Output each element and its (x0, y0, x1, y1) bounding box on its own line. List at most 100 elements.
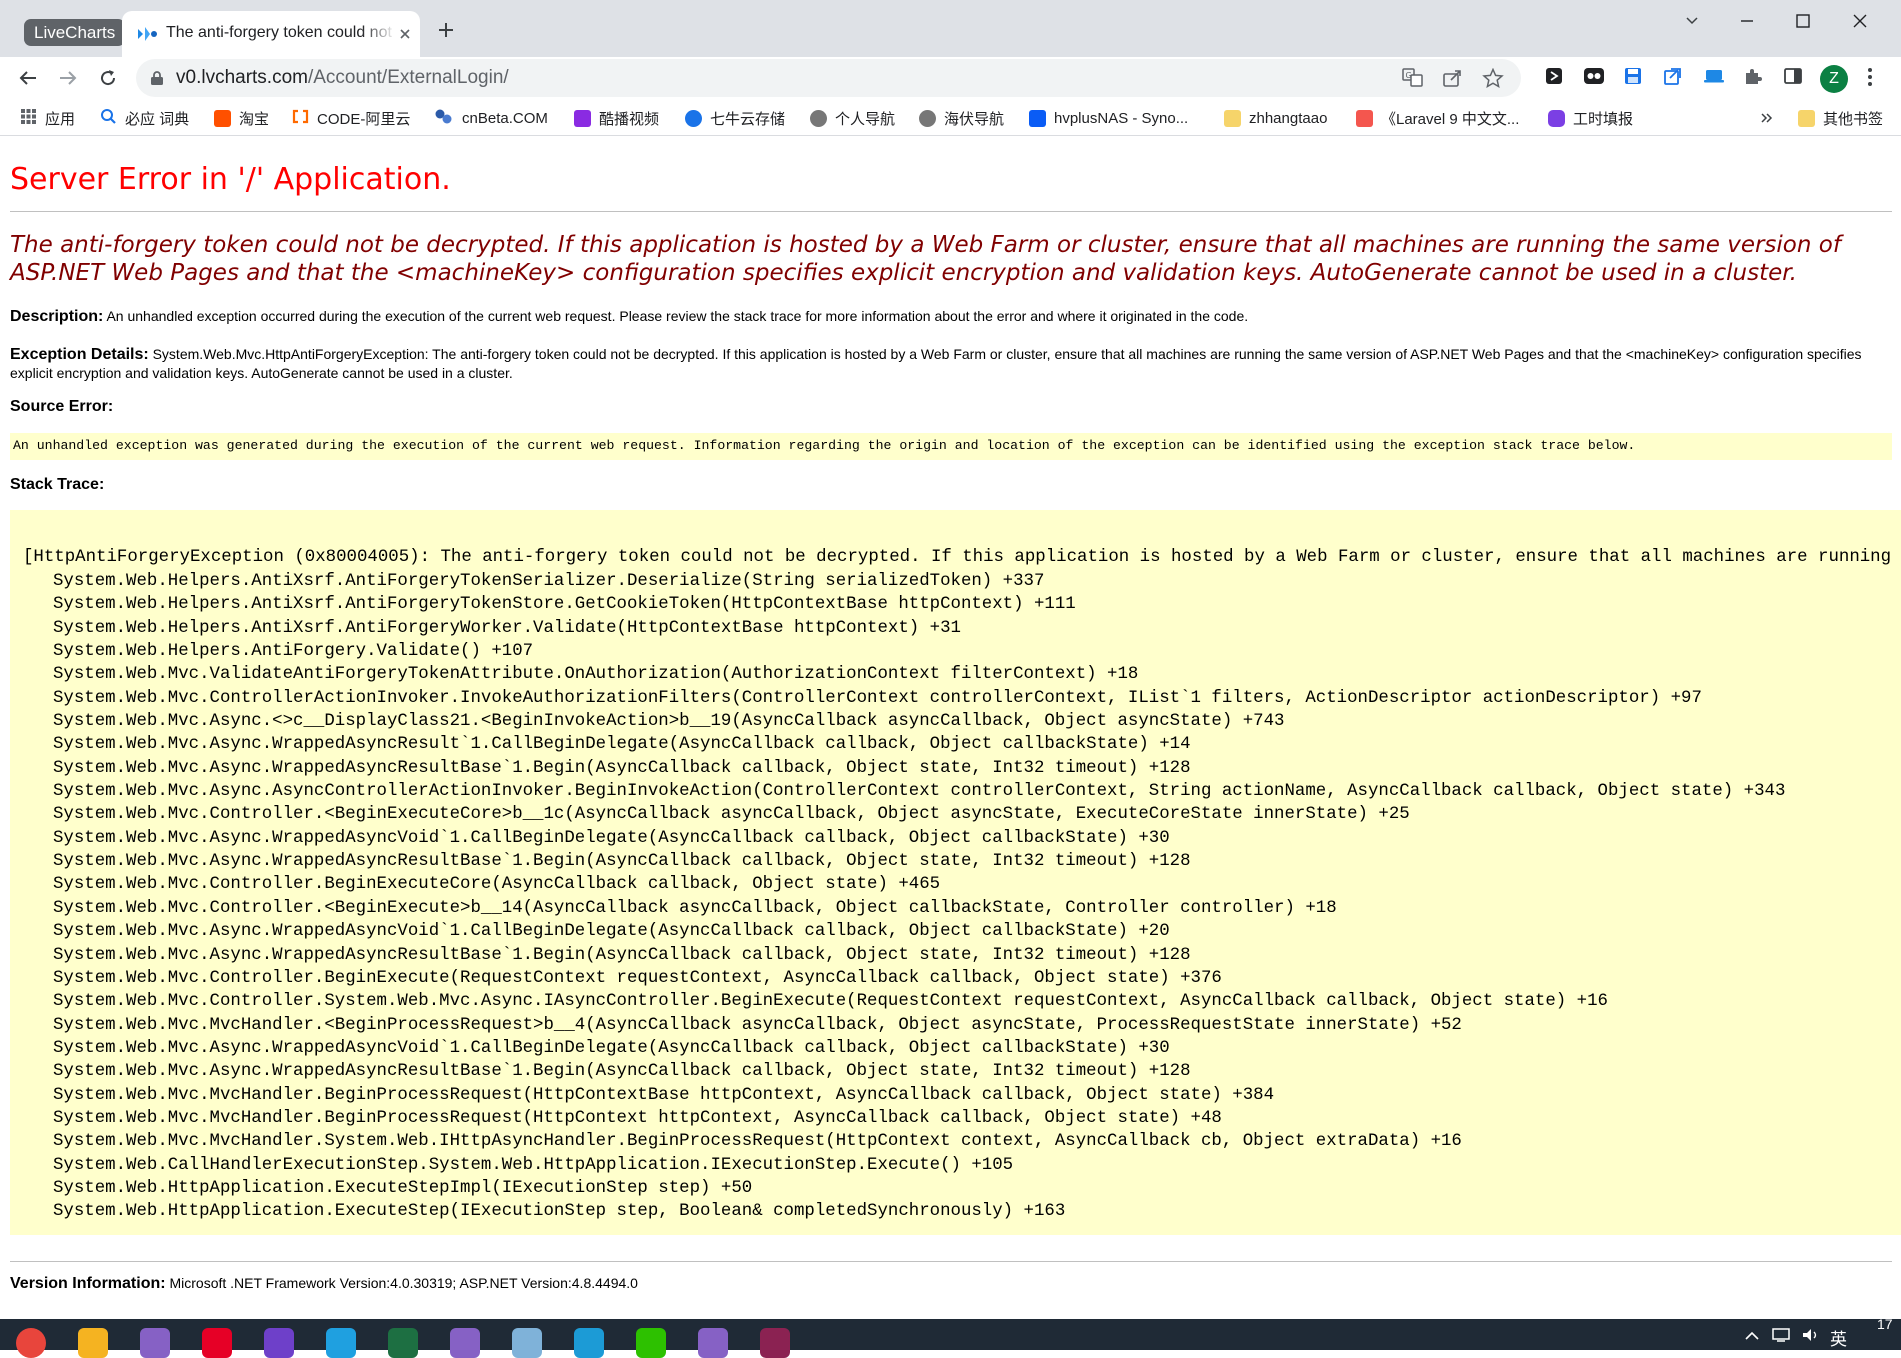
bookmark-label: 七牛云存储 (710, 110, 786, 128)
bookmark-label: 个人导航 (835, 110, 896, 128)
wechat-icon[interactable] (636, 1328, 666, 1358)
aliyun-icon (292, 108, 309, 129)
bookmark-hvplusnas[interactable]: hvplusNAS - Syno... (1029, 107, 1188, 129)
share-icon[interactable] (1442, 68, 1464, 93)
translate-icon[interactable]: G (1402, 68, 1424, 93)
stack-trace-line: System.Web.Mvc.Controller.BeginExecute(R… (53, 968, 1222, 988)
bookmark-haifu-nav[interactable]: 海伏导航 (919, 107, 1004, 129)
stack-trace-head: [HttpAntiForgeryException (0x80004005): … (23, 548, 1901, 567)
stack-trace-line: System.Web.Mvc.Controller.<BeginExecute>… (53, 898, 1337, 918)
description: Description: An unhandled exception occu… (10, 307, 1890, 326)
bookmark-label: 必应 词典 (125, 110, 190, 128)
volume-icon[interactable] (1801, 1327, 1821, 1348)
extension-eyes-icon[interactable] (1583, 66, 1605, 91)
stack-trace-label: Stack Trace: (10, 476, 105, 493)
browser-icon[interactable] (574, 1328, 604, 1358)
lock-icon[interactable] (150, 70, 164, 91)
bookmark-cnbeta[interactable]: cnBeta.COM (434, 107, 548, 129)
maximize-icon[interactable] (1792, 10, 1814, 37)
svg-text:G: G (1406, 71, 1412, 80)
stack-trace-line: System.Web.Mvc.Async.<>c__DisplayClass21… (53, 712, 1285, 732)
page-title: Server Error in '/' Application. (10, 162, 451, 197)
winrar-icon[interactable] (760, 1328, 790, 1358)
netease-music-icon[interactable] (202, 1328, 232, 1358)
divider (10, 1261, 1892, 1262)
save-disk-icon[interactable] (1623, 66, 1643, 91)
stack-trace-line: System.Web.Mvc.Async.WrappedAsyncResultB… (53, 852, 1191, 872)
stack-trace-line: System.Web.Mvc.MvcHandler.BeginProcessRe… (53, 1108, 1222, 1128)
exception-label: Exception Details: (10, 346, 149, 363)
page-content: Server Error in '/' Application. The ant… (0, 136, 1901, 1319)
exception-text: System.Web.Mvc.HttpAntiForgeryException:… (10, 346, 1862, 381)
network-icon[interactable] (1771, 1327, 1791, 1348)
version-label: Version Information: (10, 1275, 166, 1292)
source-error-text: An unhandled exception was generated dur… (13, 438, 1636, 453)
folder-icon (1224, 109, 1241, 127)
notepad-icon[interactable] (512, 1328, 542, 1358)
tab-group-chip[interactable]: LiveCharts (24, 19, 126, 46)
bookmark-other[interactable]: 其他书签 (1798, 107, 1883, 129)
visual-studio-icon[interactable] (140, 1328, 170, 1358)
menu-kebab-icon[interactable] (1862, 66, 1878, 93)
dsm-icon (1029, 109, 1046, 127)
bookmarks-overflow-chevron-icon[interactable] (1760, 107, 1774, 129)
tray-expand-chevron-icon[interactable] (1744, 1327, 1760, 1347)
extensions-puzzle-icon[interactable] (1743, 66, 1763, 91)
minimize-icon[interactable] (1736, 10, 1758, 37)
forward-arrow-icon[interactable] (56, 66, 80, 95)
new-tab-plus-icon[interactable] (436, 20, 456, 45)
bookmark-kubo[interactable]: 酷播视频 (574, 107, 659, 129)
bookmark-taobao[interactable]: 淘宝 (214, 107, 269, 129)
visual-studio-3-icon[interactable] (698, 1328, 728, 1358)
stack-trace-line: System.Web.Mvc.Async.WrappedAsyncVoid`1.… (53, 1038, 1170, 1058)
github-desktop-icon[interactable] (264, 1328, 294, 1358)
excel-icon[interactable] (388, 1328, 418, 1358)
side-panel-icon[interactable] (1783, 66, 1803, 91)
stack-trace-line: System.Web.Mvc.MvcHandler.<BeginProcessR… (53, 1015, 1462, 1035)
chrome-icon[interactable] (16, 1328, 46, 1358)
tab-search-chevron-down-icon[interactable] (1681, 10, 1703, 37)
extension-laptop-icon[interactable] (1703, 66, 1725, 91)
bookmark-label: 淘宝 (239, 110, 270, 128)
stack-trace-line: System.Web.Mvc.Controller.<BeginExecuteC… (53, 805, 1410, 825)
back-arrow-icon[interactable] (16, 66, 40, 95)
extension-blue-icon[interactable] (1663, 66, 1683, 91)
ime-indicator[interactable]: 英 (1830, 1325, 1847, 1350)
tab-close-icon[interactable] (398, 27, 412, 46)
url-text[interactable]: v0.lvcharts.com/Account/ExternalLogin/ (176, 67, 509, 89)
tab-strip: LiveCharts The anti-forgery token could … (0, 0, 1901, 57)
visual-studio-2-icon[interactable] (450, 1328, 480, 1358)
bookmark-zhhangtaao[interactable]: zhhangtaao (1224, 107, 1327, 129)
ime-icon[interactable] (78, 1328, 108, 1358)
source-error-box: An unhandled exception was generated dur… (10, 433, 1892, 460)
edge-icon[interactable] (326, 1328, 356, 1358)
cnbeta-icon (434, 108, 454, 129)
bookmark-laravel[interactable]: 《Laravel 9 中文文... (1356, 107, 1519, 129)
bookmark-label: hvplusNAS - Syno... (1054, 109, 1189, 127)
bookmark-qiniu[interactable]: 七牛云存储 (685, 107, 785, 129)
stack-trace-box: [HttpAntiForgeryException (0x80004005): … (10, 510, 1901, 1235)
stack-trace-line: System.Web.Mvc.Async.WrappedAsyncVoid`1.… (53, 828, 1170, 848)
bookmark-apps[interactable]: 应用 (20, 107, 75, 129)
stack-trace-line: System.Web.HttpApplication.ExecuteStepIm… (53, 1178, 753, 1198)
version-text: Microsoft .NET Framework Version:4.0.303… (169, 1275, 638, 1291)
stack-trace-line: System.Web.Mvc.Async.WrappedAsyncVoid`1.… (53, 922, 1170, 942)
close-window-icon[interactable] (1849, 10, 1871, 37)
bookmark-timesheet[interactable]: 工时填报 (1548, 107, 1633, 129)
bookmark-personal-nav[interactable]: 个人导航 (810, 107, 895, 129)
bookmark-star-icon[interactable] (1482, 67, 1504, 93)
bookmark-label: 《Laravel 9 中文文... (1381, 110, 1520, 128)
bookmark-aliyun[interactable]: CODE-阿里云 (292, 107, 410, 129)
bookmark-bing-dict[interactable]: 必应 词典 (100, 107, 189, 129)
tab-title: The anti-forgery token could not be decr… (166, 24, 396, 41)
stack-trace-line: System.Web.Mvc.Controller.System.Web.Mvc… (53, 992, 1608, 1012)
profile-avatar[interactable]: Z (1820, 65, 1848, 93)
clock[interactable]: 17 (1877, 1316, 1893, 1332)
extension-dark-icon[interactable] (1544, 66, 1564, 91)
bookmark-label: 酷播视频 (599, 110, 660, 128)
address-bar[interactable]: v0.lvcharts.com/Account/ExternalLogin/ G (136, 59, 1521, 97)
bookmark-label: 应用 (45, 110, 76, 128)
browser-toolbar: v0.lvcharts.com/Account/ExternalLogin/ G… (0, 57, 1901, 101)
active-tab[interactable]: The anti-forgery token could not be decr… (122, 11, 420, 57)
reload-icon[interactable] (96, 66, 120, 95)
